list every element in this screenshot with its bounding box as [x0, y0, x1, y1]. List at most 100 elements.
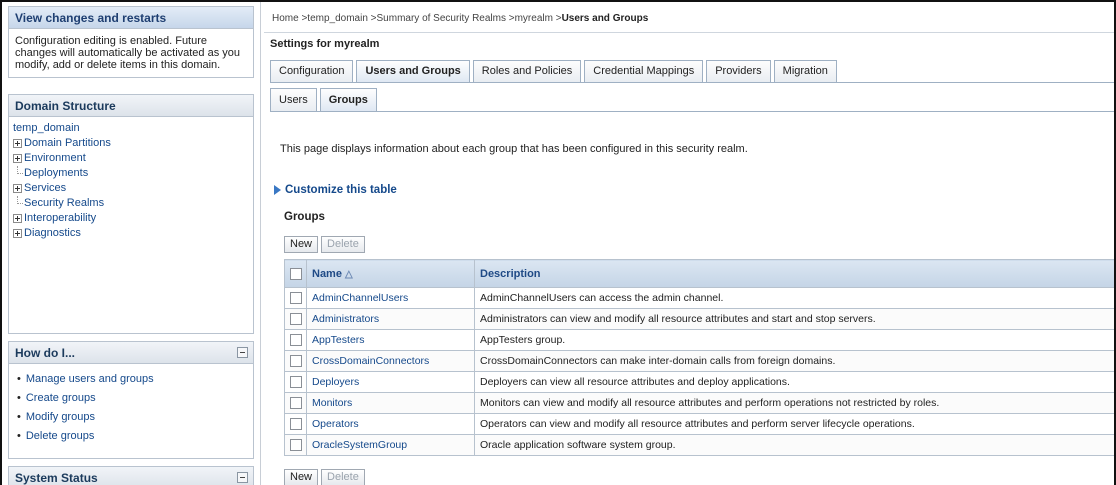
- breadcrumb-trail[interactable]: Home >temp_domain >Summary of Security R…: [272, 13, 562, 24]
- tab-migration[interactable]: Migration: [773, 60, 837, 82]
- page-description: This page displays information about eac…: [280, 143, 748, 155]
- table-row: OracleSystemGroup Oracle application soft…: [284, 434, 1114, 456]
- delete-button[interactable]: Delete: [321, 236, 365, 253]
- row-checkbox[interactable]: [289, 355, 302, 368]
- group-name-link[interactable]: CrossDomainConnectors: [306, 350, 475, 372]
- system-status-title: System Status: [9, 467, 253, 485]
- groups-table-title: Groups: [284, 211, 325, 223]
- tab-roles-and-policies[interactable]: Roles and Policies: [472, 60, 582, 82]
- group-description: Deployers can view all resource attribut…: [474, 371, 1114, 393]
- group-name-link[interactable]: OracleSystemGroup: [306, 434, 475, 456]
- tree-node-services[interactable]: Services: [13, 181, 249, 196]
- row-select-cell: [284, 329, 307, 351]
- how-do-i-title-text: How do I...: [15, 346, 75, 360]
- change-center-panel: View changes and restarts Configuration …: [8, 6, 254, 78]
- how-do-i-title: How do I...: [9, 342, 253, 364]
- divider: [264, 32, 1114, 33]
- table-row: Administrators Administrators can view an…: [284, 308, 1114, 330]
- tree-node-diagnostics[interactable]: Diagnostics: [13, 226, 249, 241]
- column-divider: [260, 2, 261, 485]
- sort-ascending-icon[interactable]: △: [345, 269, 353, 280]
- group-description: Operators can view and modify all resour…: [474, 413, 1114, 435]
- row-select-cell: [284, 350, 307, 372]
- page-title: Settings for myrealm: [270, 38, 380, 50]
- delete-button[interactable]: Delete: [321, 469, 365, 485]
- group-description: Oracle application software system group…: [474, 434, 1114, 456]
- group-name-link[interactable]: Deployers: [306, 371, 475, 393]
- sub-tabs: Users Groups: [270, 88, 380, 111]
- console-frame: View changes and restarts Configuration …: [0, 0, 1116, 485]
- domain-structure-panel: Domain Structure temp_domain Domain Part…: [8, 94, 254, 334]
- row-select-cell: [284, 413, 307, 435]
- group-name-link[interactable]: AdminChannelUsers: [306, 287, 475, 309]
- select-all-checkbox[interactable]: [289, 267, 302, 280]
- tab-credential-mappings[interactable]: Credential Mappings: [584, 60, 704, 82]
- table-row: CrossDomainConnectors CrossDomainConnecto…: [284, 350, 1114, 372]
- row-checkbox[interactable]: [289, 418, 302, 431]
- tab-users[interactable]: Users: [270, 88, 317, 111]
- row-select-cell: [284, 308, 307, 330]
- tree-connector-icon: [13, 166, 24, 181]
- system-status-title-text: System Status: [15, 471, 98, 485]
- group-name-link[interactable]: Monitors: [306, 392, 475, 414]
- group-name-link[interactable]: Operators: [306, 413, 475, 435]
- tab-providers[interactable]: Providers: [706, 60, 771, 82]
- main-content: Home >temp_domain >Summary of Security R…: [264, 2, 1114, 485]
- group-description: AdminChannelUsers can access the admin c…: [474, 287, 1114, 309]
- how-do-i-link[interactable]: Create groups: [17, 389, 245, 408]
- how-do-i-list: Manage users and groups Create groups Mo…: [9, 364, 253, 452]
- customize-table-link[interactable]: Customize this table: [274, 184, 397, 196]
- row-checkbox[interactable]: [289, 313, 302, 326]
- view-changes-link[interactable]: View changes and restarts: [9, 7, 253, 29]
- how-do-i-link[interactable]: Delete groups: [17, 427, 245, 446]
- tree-node-deployments[interactable]: Deployments: [13, 166, 249, 181]
- row-checkbox[interactable]: [289, 292, 302, 305]
- row-checkbox[interactable]: [289, 439, 302, 452]
- system-status-panel: System Status: [8, 466, 254, 485]
- collapse-icon[interactable]: [237, 472, 248, 483]
- expand-icon[interactable]: [13, 139, 22, 148]
- tab-users-and-groups[interactable]: Users and Groups: [356, 60, 470, 82]
- group-description: Monitors can view and modify all resourc…: [474, 392, 1114, 414]
- row-checkbox[interactable]: [289, 376, 302, 389]
- tree-node-security-realms[interactable]: Security Realms: [13, 196, 249, 211]
- description-column-header[interactable]: Description: [474, 259, 1114, 288]
- row-select-cell: [284, 434, 307, 456]
- collapse-icon[interactable]: [237, 347, 248, 358]
- expand-icon[interactable]: [13, 229, 22, 238]
- left-column: View changes and restarts Configuration …: [8, 6, 254, 485]
- table-row: Monitors Monitors can view and modify all…: [284, 392, 1114, 414]
- change-center-message: Configuration editing is enabled. Future…: [15, 35, 241, 71]
- table-toolbar-top: New Delete: [284, 236, 368, 253]
- tab-configuration[interactable]: Configuration: [270, 60, 354, 82]
- how-do-i-link[interactable]: Manage users and groups: [17, 370, 245, 389]
- name-header-label[interactable]: Name: [312, 268, 342, 280]
- customize-table-label[interactable]: Customize this table: [285, 184, 397, 196]
- group-name-link[interactable]: AppTesters: [306, 329, 475, 351]
- tree-node-interoperability[interactable]: Interoperability: [13, 211, 249, 226]
- tree-node-environment[interactable]: Environment: [13, 151, 249, 166]
- name-column-header[interactable]: Name △: [306, 259, 475, 288]
- tab-groups[interactable]: Groups: [319, 88, 377, 111]
- table-row: AppTesters AppTesters group.: [284, 329, 1114, 351]
- row-select-cell: [284, 392, 307, 414]
- how-do-i-link[interactable]: Modify groups: [17, 408, 245, 427]
- tree-node-domain-partitions[interactable]: Domain Partitions: [13, 136, 249, 151]
- tab-underline: [270, 82, 1114, 83]
- new-button[interactable]: New: [284, 236, 319, 253]
- row-checkbox[interactable]: [289, 397, 302, 410]
- expand-icon[interactable]: [13, 184, 22, 193]
- row-checkbox[interactable]: [289, 334, 302, 347]
- group-name-link[interactable]: Administrators: [306, 308, 475, 330]
- expand-icon[interactable]: [13, 154, 22, 163]
- expand-icon[interactable]: [13, 214, 22, 223]
- new-button[interactable]: New: [284, 469, 319, 485]
- table-header-row: Name △ Description: [284, 259, 1114, 288]
- table-row: Deployers Deployers can view all resource…: [284, 371, 1114, 393]
- breadcrumb: Home >temp_domain >Summary of Security R…: [272, 13, 648, 24]
- expand-triangle-icon: [274, 185, 281, 195]
- breadcrumb-current: Users and Groups: [561, 13, 649, 24]
- tree-root-temp-domain[interactable]: temp_domain: [13, 121, 249, 136]
- domain-tree: temp_domain Domain Partitions Environmen…: [9, 117, 253, 245]
- group-description: Administrators can view and modify all r…: [474, 308, 1114, 330]
